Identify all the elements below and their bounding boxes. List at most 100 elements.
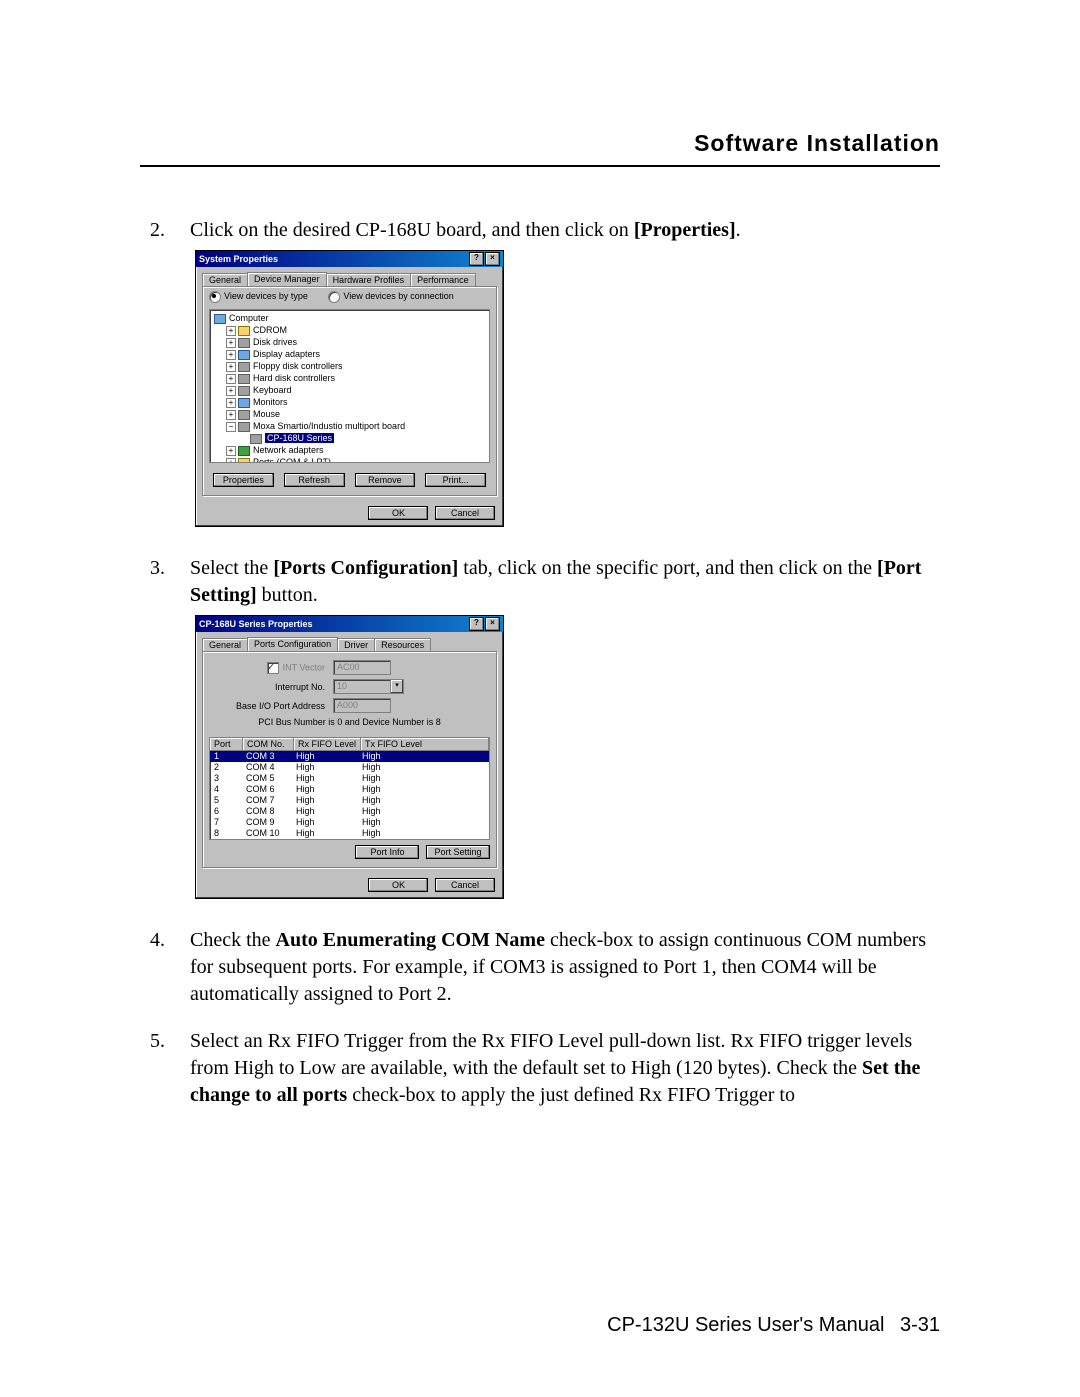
cell: COM 4 — [242, 762, 292, 773]
tab-general[interactable]: General — [202, 273, 248, 287]
cell: 4 — [210, 784, 242, 795]
system-properties-dialog: System Properties ? × General Device Man… — [195, 250, 504, 527]
tab-resources[interactable]: Resources — [374, 638, 431, 652]
close-icon[interactable]: × — [485, 252, 500, 266]
expand-icon[interactable]: + — [226, 338, 236, 348]
footer-text: CP-132U Series User's Manual — [607, 1314, 884, 1336]
properties-button[interactable]: Properties — [213, 473, 274, 487]
tree-item[interactable]: Hard disk controllers — [253, 373, 335, 383]
step-number: 3. — [140, 555, 190, 609]
port-info-button[interactable]: Port Info — [355, 845, 419, 859]
tree-item[interactable]: Computer — [229, 313, 269, 323]
titlebar: System Properties ? × — [196, 251, 503, 267]
tab-device-manager[interactable]: Device Manager — [247, 272, 327, 286]
device-tree[interactable]: Computer + CDROM + Disk drives + Display ad… — [209, 309, 490, 463]
table-row[interactable]: 5 COM 7 High High — [210, 795, 489, 806]
tree-item[interactable]: Moxa Smartio/Industio multiport board — [253, 421, 405, 431]
cell: High — [292, 828, 358, 839]
tree-item[interactable]: Monitors — [253, 397, 288, 407]
radio-icon — [328, 291, 340, 303]
tree-item[interactable]: Disk drives — [253, 337, 297, 347]
step-bold: [Ports Configuration] — [273, 557, 458, 579]
table-row[interactable]: 4 COM 6 High High — [210, 784, 489, 795]
tab-performance[interactable]: Performance — [410, 273, 476, 287]
int-vector-label: INT Vector — [283, 662, 325, 672]
tree-item[interactable]: Floppy disk controllers — [253, 361, 343, 371]
remove-button[interactable]: Remove — [355, 473, 416, 487]
ok-button[interactable]: OK — [368, 878, 428, 892]
radio-view-type[interactable]: View devices by type — [209, 291, 308, 301]
device-icon — [238, 326, 250, 336]
expand-icon[interactable]: + — [226, 410, 236, 420]
ok-button[interactable]: OK — [368, 506, 428, 520]
collapse-icon[interactable]: − — [226, 422, 236, 432]
table-row[interactable]: 8 COM 10 High High — [210, 828, 489, 839]
cp168u-properties-dialog: CP-168U Series Properties ? × General Po… — [195, 615, 504, 899]
step-number: 4. — [140, 927, 190, 1008]
cell: COM 6 — [242, 784, 292, 795]
table-row[interactable]: 3 COM 5 High High — [210, 773, 489, 784]
titlebar: CP-168U Series Properties ? × — [196, 616, 503, 632]
tree-item[interactable]: Display adapters — [253, 349, 320, 359]
ports-table: Port COM No. Rx FIFO Level Tx FIFO Level… — [209, 737, 490, 840]
tab-hardware-profiles[interactable]: Hardware Profiles — [326, 273, 412, 287]
close-icon[interactable]: × — [485, 617, 500, 631]
chevron-down-icon[interactable]: ▾ — [390, 679, 404, 694]
pci-bus-note: PCI Bus Number is 0 and Device Number is… — [215, 717, 484, 727]
cancel-button[interactable]: Cancel — [435, 878, 495, 892]
expand-icon[interactable]: + — [226, 446, 236, 456]
tree-item[interactable]: Keyboard — [253, 385, 292, 395]
table-row[interactable]: 7 COM 9 High High — [210, 817, 489, 828]
cell: COM 5 — [242, 773, 292, 784]
cell: High — [292, 762, 358, 773]
expand-icon[interactable]: + — [226, 386, 236, 396]
cell: High — [358, 828, 489, 839]
cell: High — [292, 773, 358, 784]
device-icon — [238, 374, 250, 384]
tab-general[interactable]: General — [202, 638, 248, 652]
step-text: Select an Rx FIFO Trigger from the Rx FI… — [190, 1030, 912, 1079]
table-row[interactable]: 6 COM 8 High High — [210, 806, 489, 817]
col-port: Port — [210, 738, 243, 751]
expand-icon[interactable]: + — [226, 458, 236, 463]
dialog-title: System Properties — [199, 254, 468, 264]
int-vector-checkbox[interactable] — [267, 662, 279, 674]
tree-item[interactable]: Network adapters — [253, 445, 324, 455]
col-com: COM No. — [243, 738, 294, 751]
tree-item[interactable]: CDROM — [253, 325, 287, 335]
tree-item[interactable]: Ports (COM & LPT) — [253, 457, 331, 463]
device-icon — [238, 398, 250, 408]
expand-icon[interactable]: + — [226, 398, 236, 408]
print-button[interactable]: Print... — [425, 473, 486, 487]
port-setting-button[interactable]: Port Setting — [426, 845, 490, 859]
radio-view-connection[interactable]: View devices by connection — [328, 291, 453, 301]
table-row[interactable]: 1 COM 3 High High — [210, 751, 489, 762]
int-vector-field: AC00 — [333, 660, 391, 675]
tree-item-selected[interactable]: CP-168U Series — [265, 433, 334, 443]
refresh-button[interactable]: Refresh — [284, 473, 345, 487]
interrupt-no-field: 10 — [333, 679, 391, 694]
computer-icon — [214, 314, 226, 324]
cell: COM 3 — [242, 751, 292, 762]
tree-item[interactable]: Mouse — [253, 409, 280, 419]
expand-icon[interactable]: + — [226, 362, 236, 372]
help-icon[interactable]: ? — [469, 252, 484, 266]
expand-icon[interactable]: + — [226, 350, 236, 360]
cell: High — [358, 773, 489, 784]
cell: 8 — [210, 828, 242, 839]
device-icon — [238, 362, 250, 372]
device-icon — [238, 386, 250, 396]
step-text: Select the — [190, 557, 273, 579]
cell: High — [358, 806, 489, 817]
step-text: Click on the desired CP-168U board, and … — [190, 219, 634, 241]
device-icon — [250, 434, 262, 444]
cell: High — [358, 784, 489, 795]
help-icon[interactable]: ? — [469, 617, 484, 631]
expand-icon[interactable]: + — [226, 326, 236, 336]
cancel-button[interactable]: Cancel — [435, 506, 495, 520]
tab-driver[interactable]: Driver — [337, 638, 375, 652]
tab-ports-configuration[interactable]: Ports Configuration — [247, 637, 338, 651]
expand-icon[interactable]: + — [226, 374, 236, 384]
device-icon — [238, 422, 250, 432]
table-row[interactable]: 2 COM 4 High High — [210, 762, 489, 773]
